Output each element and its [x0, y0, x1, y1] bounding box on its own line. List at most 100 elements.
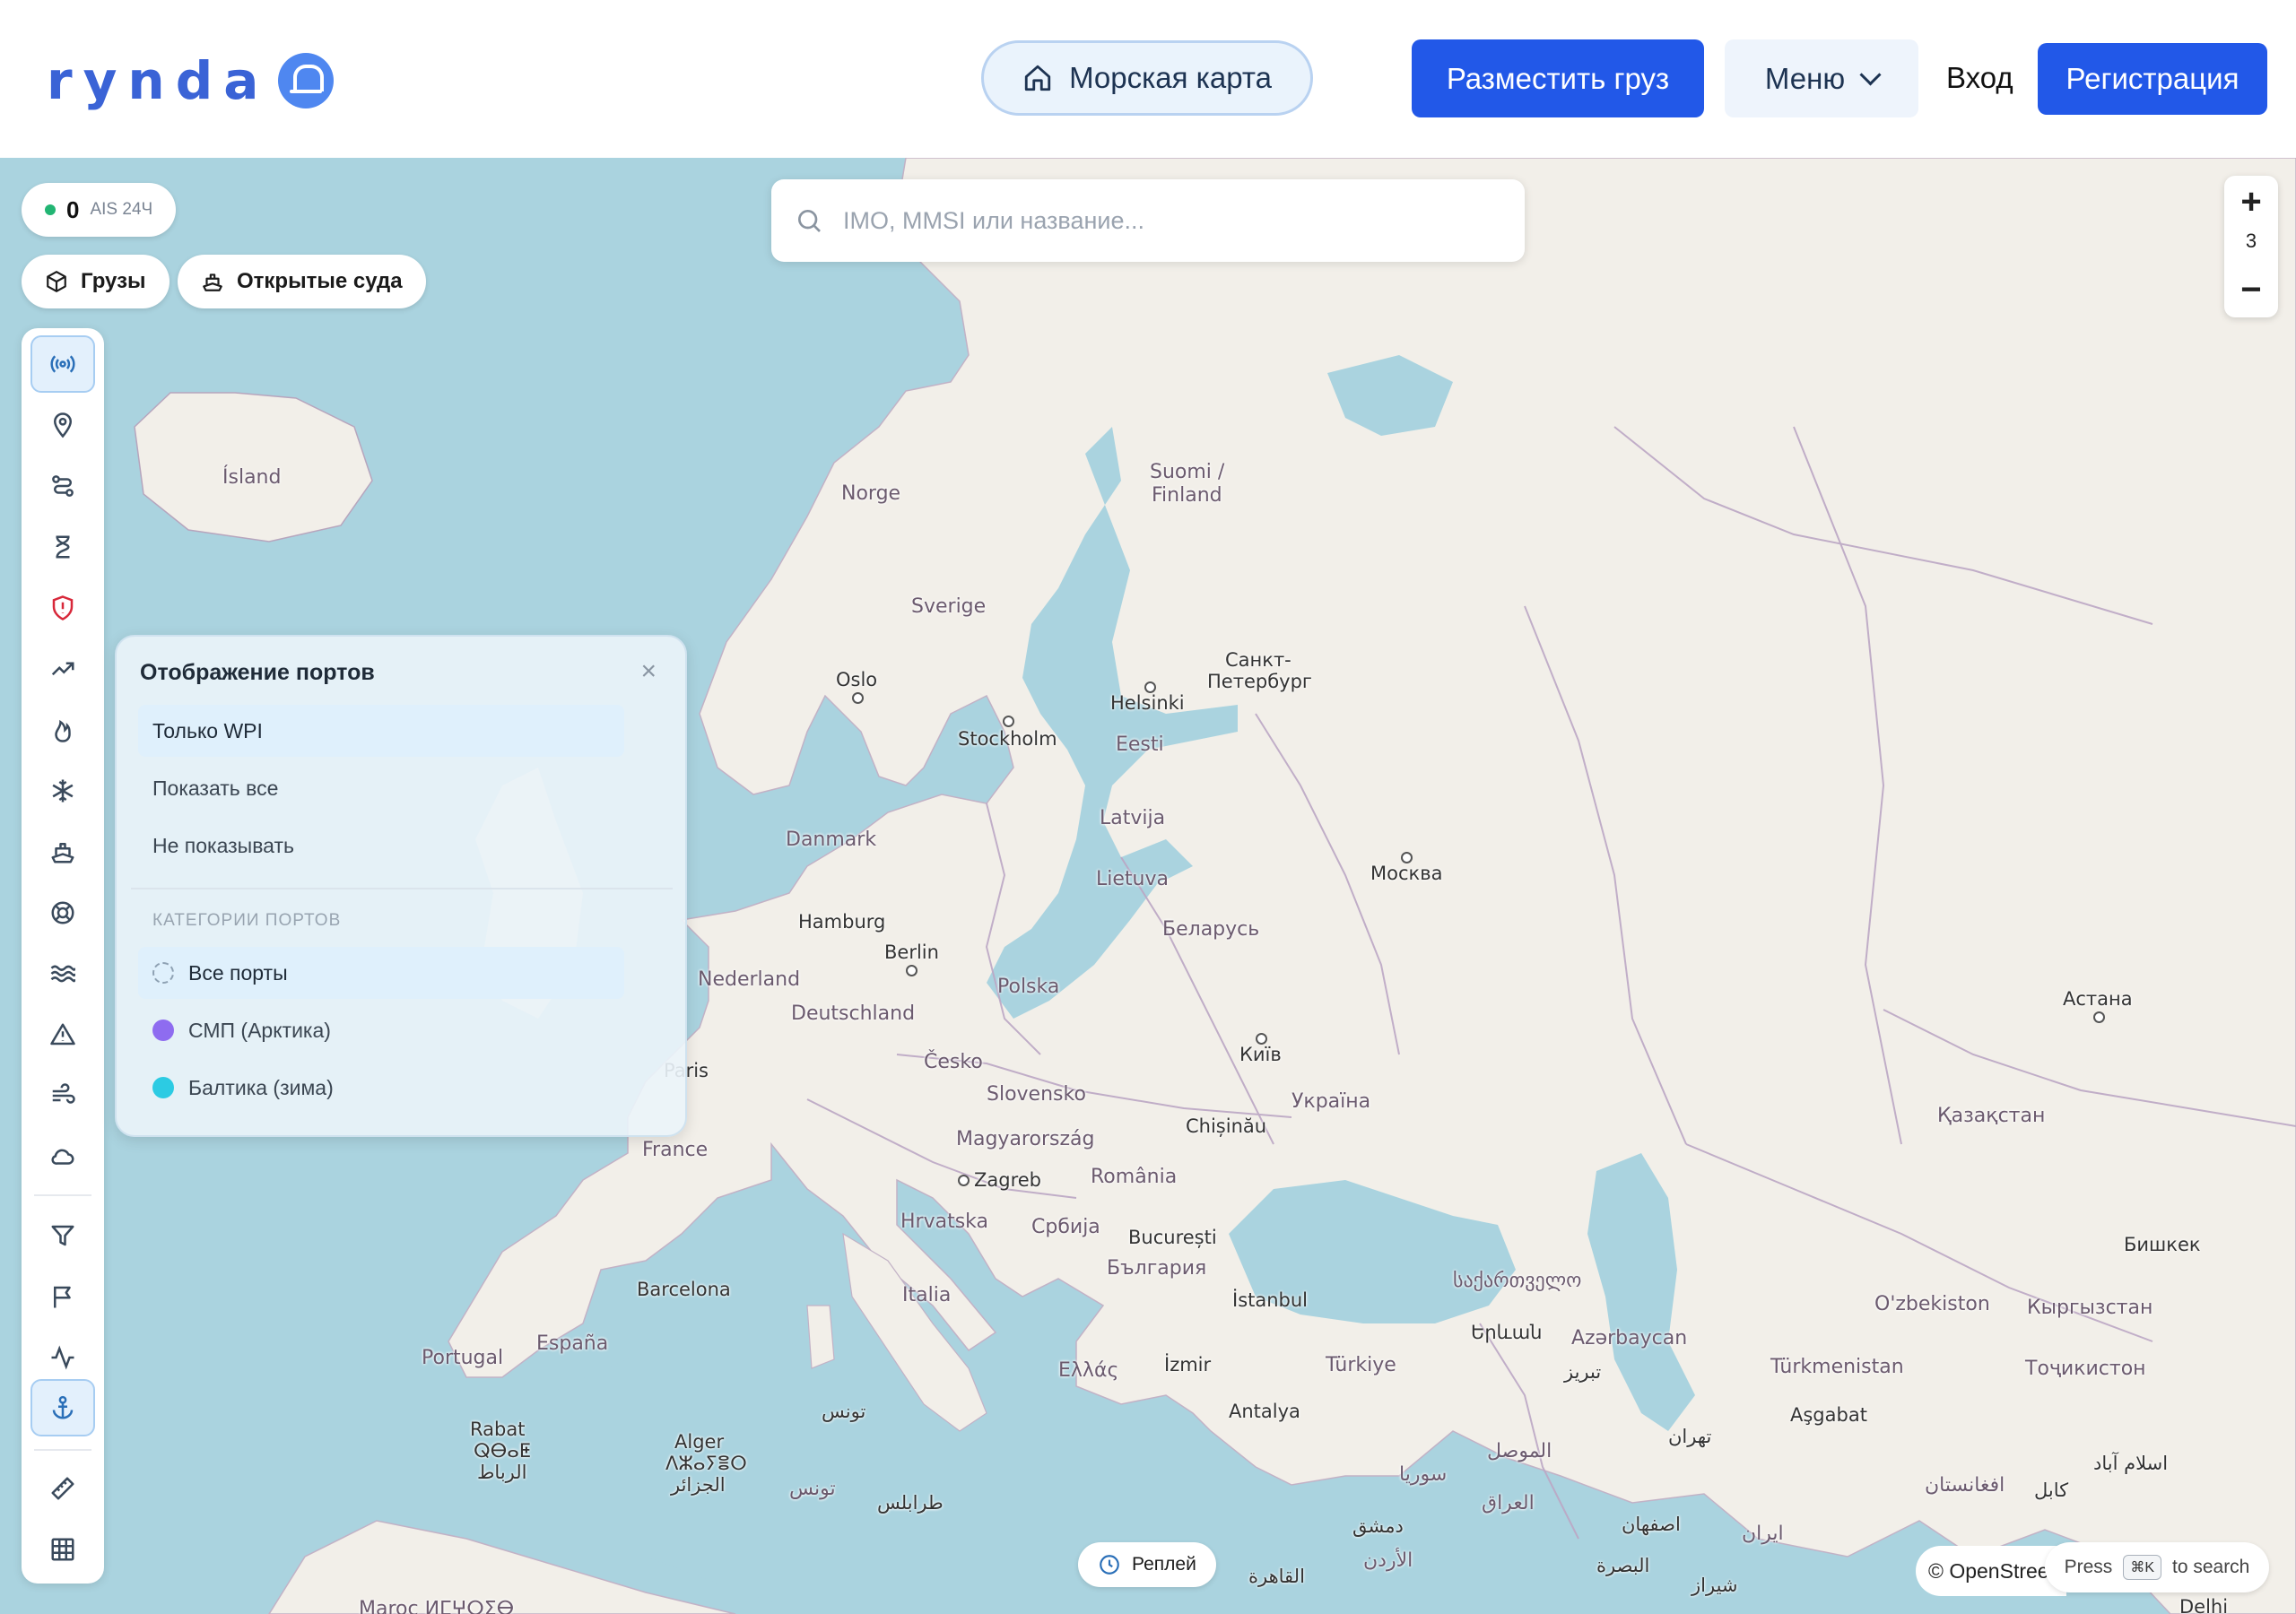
map-label: Санкт-: [1225, 649, 1292, 671]
menu-button[interactable]: Меню: [1725, 39, 1918, 117]
map-label: Sverige: [911, 595, 987, 618]
map-label: Беларусь: [1162, 918, 1260, 941]
city-marker: [1144, 681, 1156, 693]
map-label: Stockholm: [958, 728, 1057, 750]
ais-count: 0: [66, 195, 80, 223]
map-label: الرباط: [477, 1462, 527, 1483]
city-marker: [1401, 852, 1413, 863]
map-label: Portugal: [422, 1347, 504, 1369]
rescue-tool[interactable]: [30, 884, 95, 941]
sea-map-button[interactable]: Морская карта: [981, 40, 1313, 116]
cargo-chip[interactable]: Грузы: [22, 255, 170, 308]
post-cargo-button[interactable]: Разместить груз: [1412, 39, 1704, 117]
map-label: Delhi: [2179, 1596, 2229, 1614]
trends-tool[interactable]: [30, 640, 95, 698]
map-label: România: [1091, 1166, 1178, 1188]
replay-label: Реплей: [1132, 1554, 1196, 1575]
map-label: اصفهان: [1622, 1514, 1681, 1535]
map-label: Berlin: [884, 941, 939, 963]
display-option-all[interactable]: Показать все: [138, 762, 624, 814]
ice-tool[interactable]: [30, 762, 95, 820]
snowflake-icon: [52, 779, 74, 803]
register-button[interactable]: Регистрация: [2038, 43, 2267, 115]
vessel-search-box[interactable]: [771, 179, 1525, 262]
locations-tool[interactable]: [30, 396, 95, 454]
home-icon: [1024, 65, 1051, 91]
map-label: Ísland: [222, 466, 282, 489]
category-baltic-winter[interactable]: Балтика (зима): [138, 1062, 624, 1114]
map-label: Chișinău: [1186, 1115, 1267, 1137]
location-pin-icon: [53, 412, 73, 438]
map-label: Hrvatska: [900, 1210, 989, 1233]
open-vessels-chip-label: Открытые суда: [237, 269, 403, 293]
map-label: Norge: [841, 482, 901, 505]
security-tool[interactable]: [30, 579, 95, 637]
map-label: France: [642, 1139, 709, 1161]
map-label: Երևան: [1471, 1322, 1543, 1343]
city-marker: [2093, 1011, 2105, 1023]
display-option-wpi[interactable]: Только WPI: [138, 705, 624, 757]
search-shortcut-hint: Press ⌘K to search: [2045, 1542, 2269, 1592]
map-label: Antalya: [1229, 1401, 1300, 1422]
ports-tool[interactable]: [30, 1379, 95, 1436]
search-input[interactable]: [841, 205, 1473, 236]
map-label: България: [1107, 1257, 1207, 1280]
wind-icon: [52, 1083, 75, 1104]
map-label: İzmir: [1164, 1354, 1212, 1375]
activity-tool[interactable]: [30, 1329, 95, 1386]
routes-tool[interactable]: [30, 457, 95, 515]
city-marker: [906, 965, 918, 976]
history-tool[interactable]: [30, 518, 95, 576]
map-label: İstanbul: [1232, 1289, 1309, 1311]
map-label: Zagreb: [974, 1169, 1042, 1191]
map-label: افغانستان: [1925, 1474, 2005, 1497]
cloud-icon: [51, 1149, 74, 1165]
flame-icon: [55, 719, 71, 742]
weather-tool[interactable]: [30, 1128, 95, 1185]
city-marker: [1003, 716, 1014, 727]
ais-layer-tool[interactable]: [30, 335, 95, 393]
vessels-tool[interactable]: [30, 823, 95, 881]
anchor-icon: [52, 1395, 74, 1419]
flag-icon: [54, 1286, 71, 1308]
map-attribution[interactable]: © OpenStreetMap: [1916, 1546, 2066, 1596]
map-label: تبریز: [1564, 1361, 1602, 1383]
open-vessels-chip[interactable]: Открытые суда: [178, 255, 426, 308]
zoom-control: + 3 −: [2224, 176, 2278, 317]
category-all-ports[interactable]: Все порты: [138, 947, 624, 999]
filter-icon: [51, 1225, 74, 1246]
map-label: Danmark: [786, 829, 877, 851]
rynda-logo[interactable]: rynda: [47, 50, 335, 111]
login-link[interactable]: Вход: [1946, 61, 2013, 95]
waves-tool[interactable]: [30, 945, 95, 1002]
display-option-none[interactable]: Не показывать: [138, 820, 624, 872]
warnings-tool[interactable]: [30, 1006, 95, 1063]
clock-icon: [1100, 1555, 1119, 1575]
map-label: Türkmenistan: [1770, 1356, 1904, 1378]
zoom-level: 3: [2245, 230, 2257, 252]
category-nsr-arctic[interactable]: СМП (Арктика): [138, 1004, 624, 1056]
map-label: Бишкек: [2124, 1234, 2201, 1255]
cargo-chip-label: Грузы: [81, 269, 146, 293]
fires-tool[interactable]: [30, 701, 95, 759]
close-icon[interactable]: ×: [640, 656, 657, 687]
map-label: Česko: [924, 1051, 983, 1073]
zoom-in-button[interactable]: +: [2224, 179, 2278, 224]
map-label: اسلام آباد: [2093, 1453, 2169, 1474]
map-label: Alger: [674, 1431, 725, 1453]
map-label: Oslo: [836, 669, 878, 690]
top-header: rynda Морская карта Разместить груз Меню…: [0, 0, 2296, 158]
map-label: Nederland: [698, 968, 801, 991]
flags-tool[interactable]: [30, 1268, 95, 1325]
ais-status-pill[interactable]: 0 AIS 24Ч: [22, 183, 177, 237]
zoom-out-button[interactable]: −: [2224, 267, 2278, 312]
map-label: Aşgabat: [1790, 1404, 1867, 1426]
hourglass-icon: [56, 535, 70, 559]
wind-tool[interactable]: [30, 1067, 95, 1124]
panel-title: Отображение портов: [140, 660, 375, 685]
grid-tool[interactable]: [30, 1521, 95, 1578]
filter-tool[interactable]: [30, 1207, 95, 1264]
measure-tool[interactable]: [30, 1460, 95, 1517]
replay-button[interactable]: Реплей: [1078, 1542, 1216, 1587]
map-label: طرابلس: [877, 1492, 944, 1514]
